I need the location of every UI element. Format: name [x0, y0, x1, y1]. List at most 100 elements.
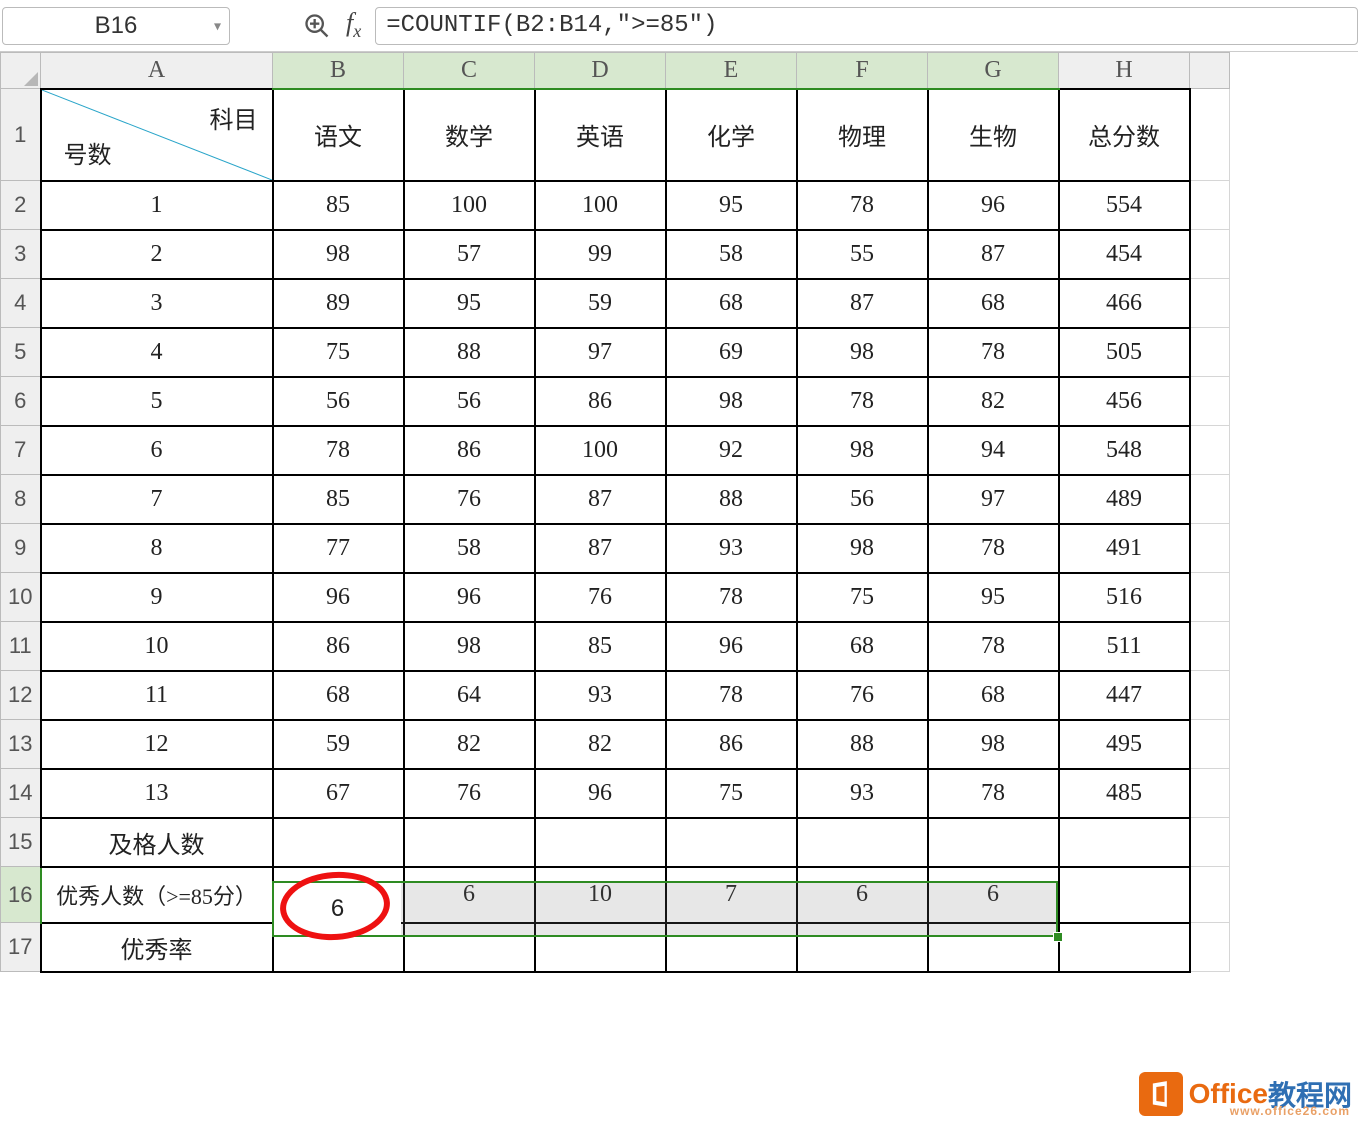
- empty-cell[interactable]: [273, 923, 404, 972]
- score-cell[interactable]: 98: [797, 426, 928, 475]
- score-cell[interactable]: 98: [797, 524, 928, 573]
- fx-icon[interactable]: fx: [346, 8, 361, 42]
- row-header-14[interactable]: 14: [1, 769, 41, 818]
- score-cell[interactable]: 96: [404, 573, 535, 622]
- score-cell[interactable]: 456: [1059, 377, 1190, 426]
- diag-header-cell[interactable]: 科目 号数: [41, 89, 273, 181]
- score-cell[interactable]: 98: [404, 622, 535, 671]
- empty-cell[interactable]: [1190, 89, 1230, 181]
- row-header-6[interactable]: 6: [1, 377, 41, 426]
- score-cell[interactable]: 82: [404, 720, 535, 769]
- spreadsheet-grid[interactable]: A B C D E F G H 1 科目 号数 语文 数学 英语 化学 物理 生…: [0, 52, 1358, 1122]
- empty-cell[interactable]: [1059, 867, 1190, 923]
- score-cell[interactable]: 96: [666, 622, 797, 671]
- empty-cell[interactable]: [1190, 426, 1230, 475]
- score-cell[interactable]: 56: [404, 377, 535, 426]
- row-header-8[interactable]: 8: [1, 475, 41, 524]
- col-header-C[interactable]: C: [404, 53, 535, 89]
- score-cell[interactable]: 86: [273, 622, 404, 671]
- score-cell[interactable]: 77: [273, 524, 404, 573]
- subject-header[interactable]: 物理: [797, 89, 928, 181]
- excellent-B[interactable]: 6: [273, 867, 404, 923]
- num-cell[interactable]: 10: [41, 622, 273, 671]
- score-cell[interactable]: 95: [928, 573, 1059, 622]
- score-cell[interactable]: 85: [535, 622, 666, 671]
- score-cell[interactable]: 57: [404, 230, 535, 279]
- col-header-A[interactable]: A: [41, 53, 273, 89]
- score-cell[interactable]: 96: [928, 181, 1059, 230]
- score-cell[interactable]: 92: [666, 426, 797, 475]
- row-header-3[interactable]: 3: [1, 230, 41, 279]
- score-cell[interactable]: 76: [535, 573, 666, 622]
- num-cell[interactable]: 6: [41, 426, 273, 475]
- score-cell[interactable]: 94: [928, 426, 1059, 475]
- excellent-G[interactable]: 6: [928, 867, 1059, 923]
- pass-label-cell[interactable]: 及格人数: [41, 818, 273, 867]
- score-cell[interactable]: 67: [273, 769, 404, 818]
- score-cell[interactable]: 68: [273, 671, 404, 720]
- score-cell[interactable]: 93: [535, 671, 666, 720]
- row-header-15[interactable]: 15: [1, 818, 41, 867]
- score-cell[interactable]: 86: [666, 720, 797, 769]
- score-cell[interactable]: 95: [666, 181, 797, 230]
- score-cell[interactable]: 58: [404, 524, 535, 573]
- empty-cell[interactable]: [404, 923, 535, 972]
- col-header-B[interactable]: B: [273, 53, 404, 89]
- score-cell[interactable]: 76: [404, 475, 535, 524]
- select-all-corner[interactable]: [1, 53, 41, 89]
- score-cell[interactable]: 88: [666, 475, 797, 524]
- empty-cell[interactable]: [1190, 181, 1230, 230]
- num-cell[interactable]: 2: [41, 230, 273, 279]
- score-cell[interactable]: 75: [273, 328, 404, 377]
- score-cell[interactable]: 68: [797, 622, 928, 671]
- score-cell[interactable]: 447: [1059, 671, 1190, 720]
- score-cell[interactable]: 78: [273, 426, 404, 475]
- score-cell[interactable]: 95: [404, 279, 535, 328]
- excellent-label-cell[interactable]: 优秀人数（>=85分）: [41, 867, 273, 923]
- col-header-H[interactable]: H: [1059, 53, 1190, 89]
- zoom-icon[interactable]: [302, 11, 332, 41]
- num-cell[interactable]: 11: [41, 671, 273, 720]
- empty-cell[interactable]: [535, 818, 666, 867]
- score-cell[interactable]: 93: [797, 769, 928, 818]
- empty-cell[interactable]: [928, 818, 1059, 867]
- empty-cell[interactable]: [1190, 377, 1230, 426]
- score-cell[interactable]: 489: [1059, 475, 1190, 524]
- empty-cell[interactable]: [1190, 524, 1230, 573]
- score-cell[interactable]: 505: [1059, 328, 1190, 377]
- score-cell[interactable]: 511: [1059, 622, 1190, 671]
- empty-cell[interactable]: [797, 818, 928, 867]
- empty-cell[interactable]: [666, 923, 797, 972]
- num-cell[interactable]: 5: [41, 377, 273, 426]
- row-header-16[interactable]: 16: [1, 867, 41, 923]
- score-cell[interactable]: 98: [797, 328, 928, 377]
- num-cell[interactable]: 7: [41, 475, 273, 524]
- row-header-10[interactable]: 10: [1, 573, 41, 622]
- excellent-F[interactable]: 6: [797, 867, 928, 923]
- score-cell[interactable]: 466: [1059, 279, 1190, 328]
- score-cell[interactable]: 78: [928, 524, 1059, 573]
- subject-header[interactable]: 数学: [404, 89, 535, 181]
- score-cell[interactable]: 78: [797, 377, 928, 426]
- score-cell[interactable]: 68: [928, 671, 1059, 720]
- empty-cell[interactable]: [666, 818, 797, 867]
- score-cell[interactable]: 58: [666, 230, 797, 279]
- score-cell[interactable]: 75: [797, 573, 928, 622]
- empty-cell[interactable]: [1190, 622, 1230, 671]
- excellent-E[interactable]: 7: [666, 867, 797, 923]
- score-cell[interactable]: 99: [535, 230, 666, 279]
- row-header-13[interactable]: 13: [1, 720, 41, 769]
- score-cell[interactable]: 68: [666, 279, 797, 328]
- score-cell[interactable]: 78: [666, 671, 797, 720]
- score-cell[interactable]: 485: [1059, 769, 1190, 818]
- row-header-7[interactable]: 7: [1, 426, 41, 475]
- num-cell[interactable]: 9: [41, 573, 273, 622]
- col-header-D[interactable]: D: [535, 53, 666, 89]
- score-cell[interactable]: 76: [797, 671, 928, 720]
- excellent-D[interactable]: 10: [535, 867, 666, 923]
- score-cell[interactable]: 59: [273, 720, 404, 769]
- excellent-C[interactable]: 6: [404, 867, 535, 923]
- empty-cell[interactable]: [928, 923, 1059, 972]
- empty-cell[interactable]: [535, 923, 666, 972]
- empty-cell[interactable]: [1190, 230, 1230, 279]
